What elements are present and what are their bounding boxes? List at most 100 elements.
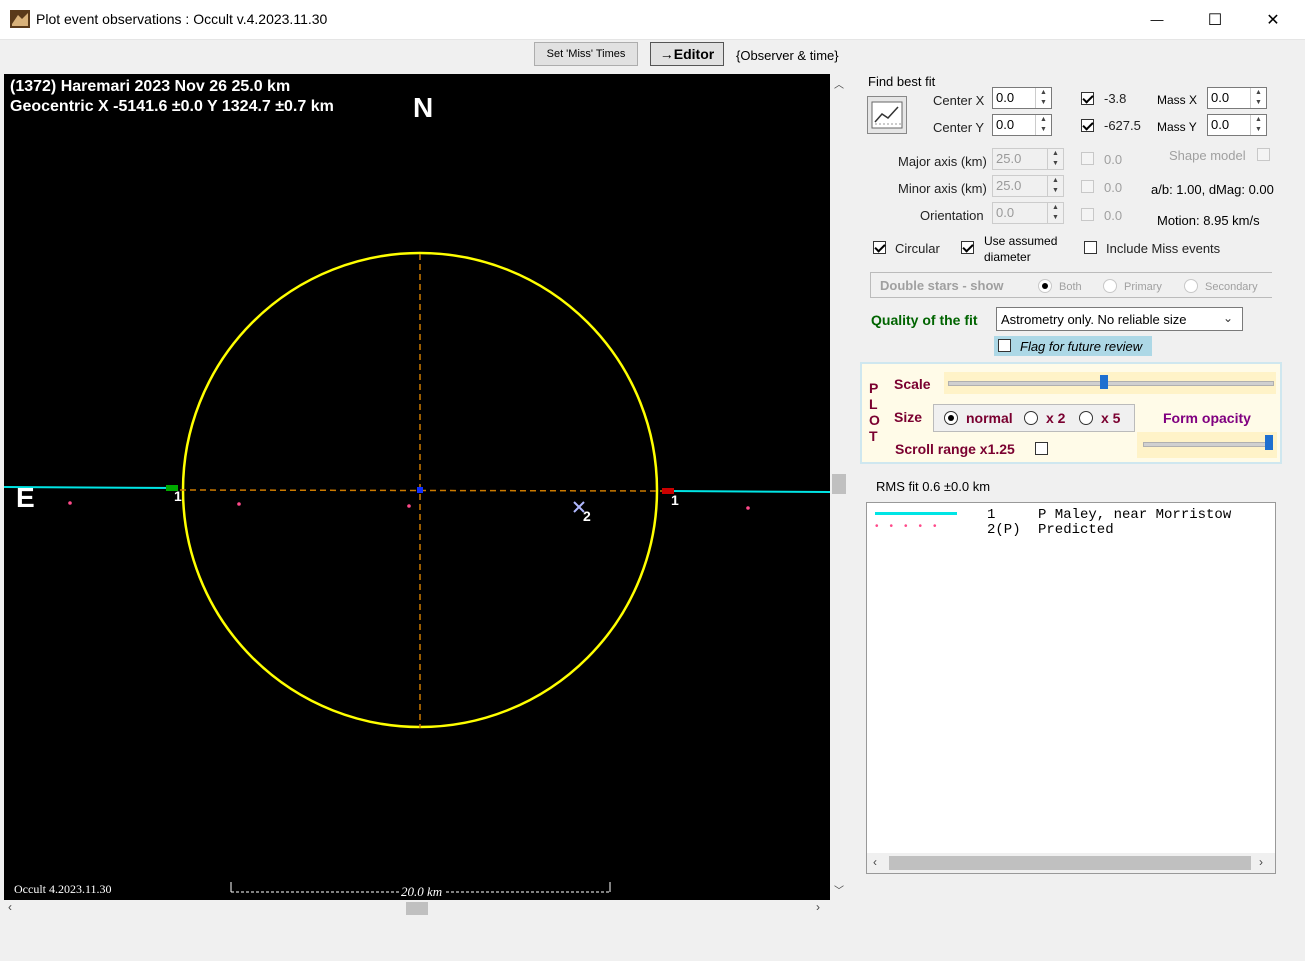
stepper-arrows-icon[interactable]: ▲ ▼ bbox=[1250, 115, 1266, 135]
scale-slider-track bbox=[948, 381, 1274, 386]
scroll-right-icon[interactable]: › bbox=[816, 900, 820, 914]
minor-axis-checkbox[interactable] bbox=[1081, 180, 1094, 193]
legend-horizontal-scrollbar[interactable]: ‹ › bbox=[867, 853, 1275, 873]
chord-label-left: 1 bbox=[174, 488, 182, 504]
stepper-arrows-icon[interactable]: ▲ ▼ bbox=[1047, 203, 1063, 223]
mass-x-value: 0.0 bbox=[1211, 90, 1230, 105]
scale-label: Scale bbox=[894, 376, 931, 392]
center-x-stepper[interactable]: 0.0 ▲ ▼ bbox=[992, 87, 1052, 109]
size-x5-label: x 5 bbox=[1101, 410, 1121, 426]
scroll-thumb[interactable] bbox=[832, 474, 846, 494]
maximize-icon: ☐ bbox=[1207, 11, 1223, 29]
include-miss-checkbox[interactable] bbox=[1084, 241, 1097, 254]
scale-slider-thumb[interactable] bbox=[1099, 375, 1108, 389]
legend-row-1-num: 1 bbox=[987, 507, 996, 523]
size-x2-radio[interactable] bbox=[1024, 411, 1038, 425]
stepper-arrows-icon[interactable]: ▲ ▼ bbox=[1035, 115, 1051, 135]
major-axis-stepper[interactable]: 25.0 ▲ ▼ bbox=[992, 148, 1064, 170]
size-x5-radio[interactable] bbox=[1079, 411, 1093, 425]
predicted-dot bbox=[237, 502, 241, 506]
north-label: N bbox=[413, 92, 434, 123]
form-opacity-label: Form opacity bbox=[1163, 410, 1251, 426]
scroll-range-label: Scroll range x1.25 bbox=[895, 441, 1015, 457]
mass-x-stepper[interactable]: 0.0 ▲ ▼ bbox=[1207, 87, 1267, 109]
editor-button[interactable]: →Editor bbox=[650, 42, 724, 66]
mass-y-value: 0.0 bbox=[1211, 117, 1230, 132]
scroll-up-icon[interactable]: ︿ bbox=[834, 76, 844, 91]
use-assumed-label-2: diameter bbox=[984, 250, 1031, 264]
stepper-arrows-icon[interactable]: ▲ ▼ bbox=[1250, 88, 1266, 108]
miss-label: 2 bbox=[583, 508, 591, 524]
plot-vertical-scrollbar[interactable]: ︿ ﹀ bbox=[832, 74, 846, 900]
find-best-fit-button[interactable] bbox=[867, 96, 907, 134]
major-axis-value: 25.0 bbox=[996, 151, 1022, 166]
size-normal-label: normal bbox=[966, 410, 1013, 426]
scale-bar-label: 20.0 km bbox=[399, 884, 445, 900]
scroll-range-checkbox[interactable] bbox=[1035, 442, 1048, 455]
predicted-dot bbox=[407, 504, 411, 508]
stepper-arrows-icon[interactable]: ▲ ▼ bbox=[1047, 149, 1063, 169]
scroll-down-icon[interactable]: ﹀ bbox=[834, 882, 844, 897]
opacity-slider[interactable] bbox=[1137, 432, 1277, 458]
major-axis-label: Major axis (km) bbox=[898, 154, 987, 169]
mass-y-label: Mass Y bbox=[1157, 120, 1197, 134]
maximize-button[interactable]: ☐ bbox=[1186, 0, 1244, 39]
double-primary-radio[interactable] bbox=[1103, 279, 1117, 293]
use-assumed-label-1: Use assumed bbox=[984, 234, 1058, 248]
scroll-left-icon[interactable]: ‹ bbox=[873, 855, 877, 869]
plot-letter: P bbox=[869, 380, 879, 396]
predicted-dot bbox=[746, 506, 750, 510]
double-both-radio[interactable] bbox=[1038, 279, 1052, 293]
set-miss-times-button[interactable]: Set 'Miss' Times bbox=[534, 42, 638, 66]
mass-y-stepper[interactable]: 0.0 ▲ ▼ bbox=[1207, 114, 1267, 136]
major-axis-checkbox[interactable] bbox=[1081, 152, 1094, 165]
center-y-stepper[interactable]: 0.0 ▲ ▼ bbox=[992, 114, 1052, 136]
quality-dropdown-value: Astrometry only. No reliable size bbox=[1001, 312, 1187, 327]
orientation-label: Orientation bbox=[920, 208, 984, 223]
size-normal-radio[interactable] bbox=[944, 411, 958, 425]
scale-slider[interactable] bbox=[944, 372, 1276, 394]
plot-horizontal-scrollbar[interactable]: ‹ › bbox=[4, 900, 830, 916]
circular-checkbox[interactable] bbox=[873, 241, 886, 254]
center-y-checkbox[interactable] bbox=[1081, 119, 1094, 132]
shape-model-checkbox[interactable] bbox=[1257, 148, 1270, 161]
chord-line-right bbox=[669, 490, 830, 493]
center-x-label: Center X bbox=[933, 93, 985, 108]
orientation-checkbox[interactable] bbox=[1081, 208, 1094, 221]
center-y-label: Center Y bbox=[933, 120, 985, 135]
legend-line-swatch bbox=[875, 512, 957, 515]
legend-row-2-num: 2(P) bbox=[987, 522, 1021, 538]
orientation-stepper[interactable]: 0.0 ▲ ▼ bbox=[992, 202, 1064, 224]
center-x-checkbox[interactable] bbox=[1081, 92, 1094, 105]
minimize-button[interactable]: — bbox=[1128, 0, 1186, 39]
close-button[interactable]: ✕ bbox=[1244, 0, 1302, 39]
motion-text: Motion: 8.95 km/s bbox=[1157, 213, 1260, 228]
stepper-arrows-icon[interactable]: ▲ ▼ bbox=[1047, 176, 1063, 196]
use-assumed-diameter-checkbox[interactable] bbox=[961, 241, 974, 254]
close-icon: ✕ bbox=[1266, 11, 1280, 29]
circular-label: Circular bbox=[895, 241, 940, 256]
minor-axis-stepper[interactable]: 25.0 ▲ ▼ bbox=[992, 175, 1064, 197]
plot-graphics bbox=[4, 251, 830, 893]
window-title: Plot event observations : Occult v.4.202… bbox=[36, 11, 328, 27]
flag-review-checkbox[interactable] bbox=[998, 339, 1011, 352]
major-axis-check-value: 0.0 bbox=[1104, 152, 1123, 167]
observer-legend-list[interactable]: 1 P Maley, near Morristow ••••• 2(P) Pre… bbox=[866, 502, 1276, 874]
center-y-value: 0.0 bbox=[996, 117, 1015, 132]
scroll-thumb[interactable] bbox=[406, 902, 428, 915]
quality-dropdown[interactable]: Astrometry only. No reliable size ⌄ bbox=[996, 307, 1243, 331]
orientation-check-value: 0.0 bbox=[1104, 208, 1123, 223]
legend-row-2-name: Predicted bbox=[1038, 522, 1114, 538]
minor-axis-check-value: 0.0 bbox=[1104, 180, 1123, 195]
scroll-thumb[interactable] bbox=[889, 856, 1251, 870]
minor-axis-value: 25.0 bbox=[996, 178, 1022, 193]
scroll-right-icon[interactable]: › bbox=[1259, 855, 1263, 869]
center-y-check-value: -627.5 bbox=[1104, 118, 1141, 133]
flag-review-label: Flag for future review bbox=[1020, 339, 1143, 354]
stepper-arrows-icon[interactable]: ▲ ▼ bbox=[1035, 88, 1051, 108]
title-bar: Plot event observations : Occult v.4.202… bbox=[0, 0, 1305, 40]
plot-canvas[interactable]: (1372) Haremari 2023 Nov 26 25.0 km Geoc… bbox=[4, 74, 830, 900]
double-secondary-radio[interactable] bbox=[1184, 279, 1198, 293]
opacity-slider-thumb[interactable] bbox=[1265, 435, 1273, 450]
scroll-left-icon[interactable]: ‹ bbox=[8, 900, 12, 914]
